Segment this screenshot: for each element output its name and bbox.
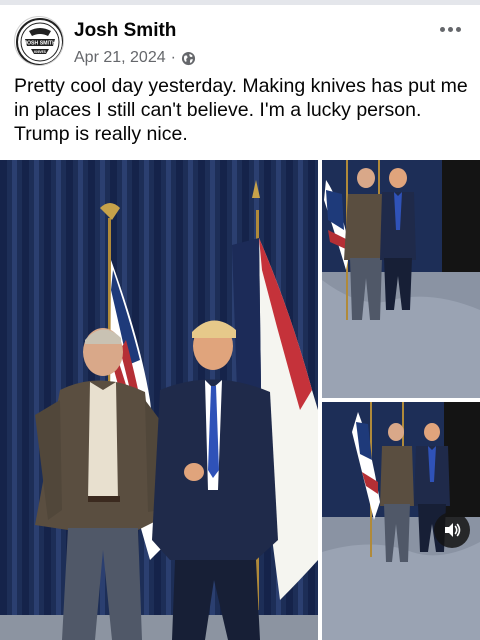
svg-text:KNIVES: KNIVES bbox=[34, 50, 46, 54]
post-header: JOSH SMITH KNIVES Josh Smith Apr 21, 202… bbox=[14, 16, 466, 72]
top-divider bbox=[0, 0, 480, 5]
svg-text:JOSH SMITH: JOSH SMITH bbox=[24, 41, 56, 47]
globe-icon[interactable] bbox=[181, 51, 196, 66]
photo-top-right[interactable] bbox=[322, 160, 480, 398]
post-meta: Apr 21, 2024 · bbox=[74, 49, 196, 67]
meta-separator: · bbox=[170, 49, 176, 66]
author-name[interactable]: Josh Smith bbox=[74, 20, 176, 42]
post-text: Pretty cool day yesterday. Making knives… bbox=[14, 75, 468, 145]
post-date[interactable]: Apr 21, 2024 bbox=[74, 49, 166, 67]
avatar[interactable]: JOSH SMITH KNIVES bbox=[14, 16, 64, 66]
sound-on-icon[interactable] bbox=[434, 512, 470, 548]
photo-grid bbox=[0, 160, 480, 640]
josh-smith-knives-logo: JOSH SMITH KNIVES bbox=[16, 18, 63, 65]
photo-main[interactable] bbox=[0, 160, 318, 640]
more-options-icon[interactable] bbox=[436, 18, 464, 40]
